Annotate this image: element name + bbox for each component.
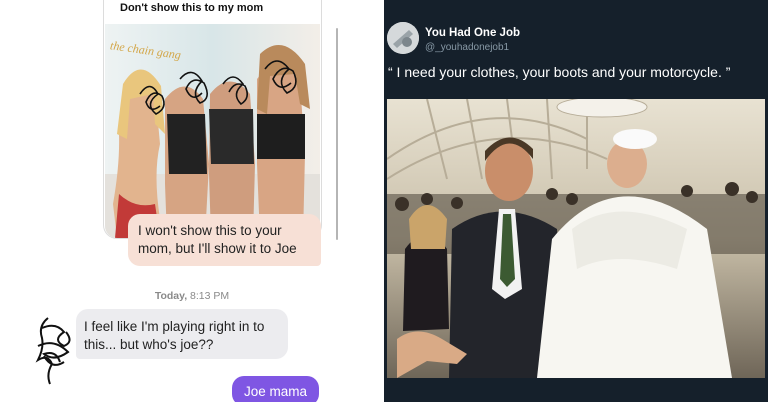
final-reply-text: Joe mama <box>243 384 308 399</box>
tweet-display-name[interactable]: You Had One Job <box>425 27 520 39</box>
incoming-message-bubble[interactable]: I feel like I'm playing right in to this… <box>76 309 288 359</box>
image-message-caption: Don't show this to my mom <box>120 2 264 14</box>
tweet-text: “ I need your clothes, your boots and yo… <box>388 64 731 80</box>
tweet-avatar[interactable] <box>387 22 419 54</box>
image-message-card[interactable]: Don't show this to my mom the chain gang <box>103 0 322 239</box>
meme-collage: Don't show this to my mom the chain gang <box>0 0 768 402</box>
incoming-message-text: I feel like I'm playing right in to this… <box>84 319 265 352</box>
chat-screenshot-panel: Don't show this to my mom the chain gang <box>0 0 384 402</box>
outgoing-message-bubble[interactable]: I won't show this to your mom, but I'll … <box>128 214 321 266</box>
party-photo[interactable]: the chain gang <box>105 24 320 238</box>
outgoing-message-text: I won't show this to your mom, but I'll … <box>138 223 297 256</box>
tweet-panel: You Had One Job @_youhadonejob1 “ I need… <box>384 0 768 402</box>
tweet-photo[interactable] <box>387 99 765 378</box>
scrollbar[interactable] <box>336 28 338 240</box>
tweet-handle[interactable]: @_youhadonejob1 <box>425 42 509 53</box>
timestamp: Today, 8:13 PM <box>0 290 384 302</box>
timestamp-day: Today, <box>154 290 188 302</box>
timestamp-time: 8:13 PM <box>190 290 230 302</box>
scribbled-avatar-icon <box>35 317 71 385</box>
final-reply-bubble[interactable]: Joe mama <box>232 376 319 402</box>
